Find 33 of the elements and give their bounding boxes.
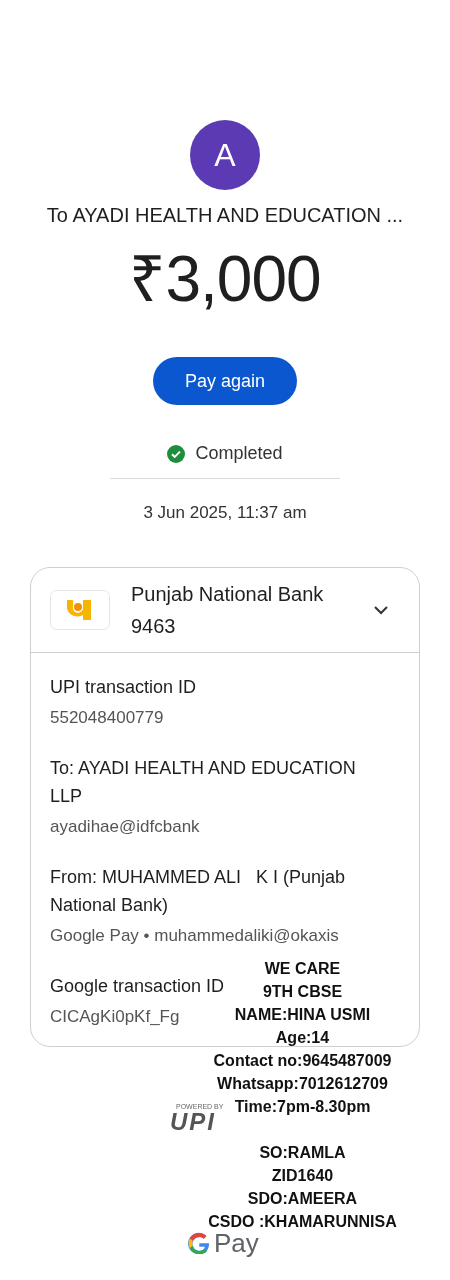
note-line: Time:7pm-8.30pm [234, 1097, 371, 1117]
note-line: NAME:HINA USMI [234, 1005, 371, 1025]
note-line: SO:RAMLA [259, 1143, 346, 1163]
upi-logo: UPI [170, 1110, 216, 1134]
bank-logo-icon [50, 590, 110, 630]
transaction-date: 3 Jun 2025, 11:37 am [143, 503, 307, 523]
note-line: Age:14 [275, 1028, 330, 1048]
gpay-logo: Pay [214, 1230, 259, 1256]
note-line: CSDO :KHAMARUNNISA [208, 1212, 397, 1232]
note-line: SDO:AMEERA [247, 1189, 358, 1209]
note-line: WE CARE [264, 959, 341, 979]
detail-label: To: AYADI HEALTH AND EDUCATION LLP [50, 757, 357, 808]
amount: ₹3,000 [129, 247, 321, 311]
detail-label: UPI transaction ID [50, 676, 197, 699]
note-line: 9TH CBSE [262, 982, 343, 1002]
detail-value: CICAgKi0pKf_Fg [50, 1006, 180, 1028]
detail-value: ayadihae@idfcbank [50, 816, 200, 838]
note-line: Whatsapp:7012612709 [217, 1074, 388, 1094]
payee-name: To AYADI HEALTH AND EDUCATION ... [46, 204, 404, 227]
note-line: ZID1640 [271, 1166, 334, 1186]
check-circle-icon [167, 444, 186, 463]
detail-value: Google Pay • muhammedaliki@okaxis [50, 925, 339, 947]
status-label: Completed [195, 443, 283, 464]
account-digits: 9463 [131, 614, 177, 639]
note-line: Contact no:9645487009 [213, 1051, 392, 1071]
avatar: A [190, 120, 260, 190]
detail-value: 552048400779 [50, 707, 164, 729]
pay-again-button[interactable]: Pay again [153, 357, 297, 405]
detail-label: From: MUHAMMED ALI K I (Punjab National Bank) [50, 866, 347, 917]
bank-name: Punjab National Bank [131, 582, 325, 607]
chevron-icon[interactable] [373, 605, 389, 615]
detail-label: Google transaction ID [50, 975, 225, 998]
g-logo-icon [188, 1232, 210, 1254]
